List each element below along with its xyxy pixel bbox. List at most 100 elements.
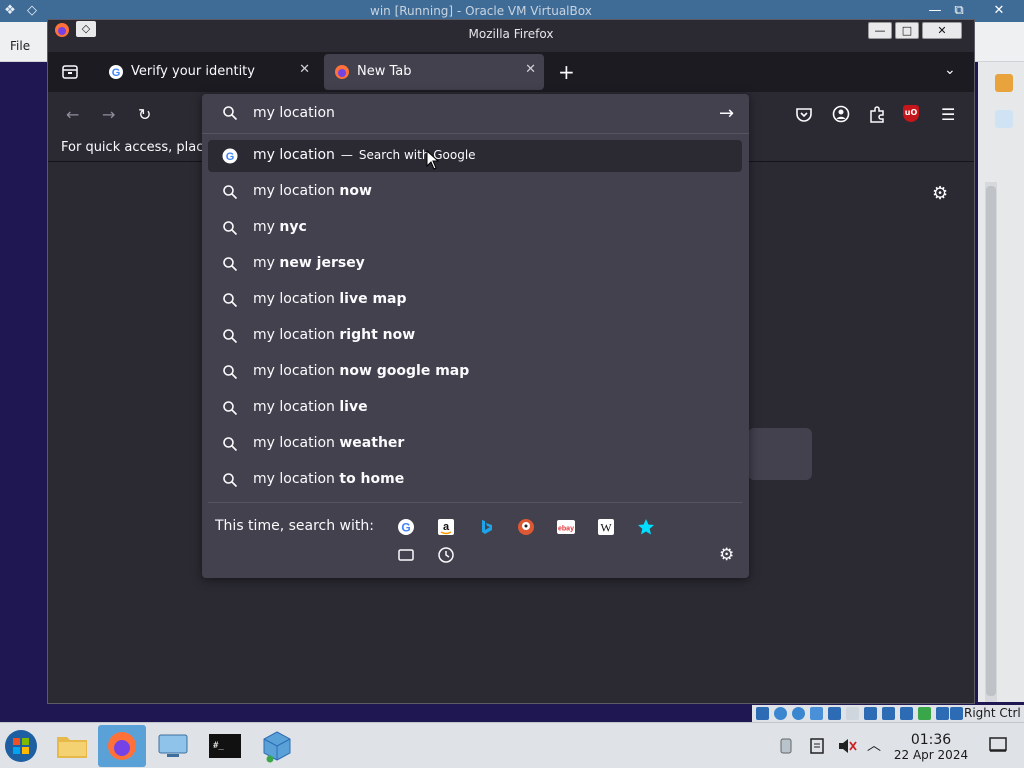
suggestion-prefix: my location <box>253 183 335 199</box>
firefox-icon <box>108 732 136 760</box>
shared-folders-icon[interactable] <box>846 707 859 720</box>
desktop-shortcut-icon[interactable] <box>995 74 1013 92</box>
pin-icon[interactable]: ◇ <box>24 3 40 19</box>
suggestion-prefix: my location <box>253 435 335 451</box>
tab-new-tab[interactable]: New Tab ✕ <box>324 54 544 90</box>
suggestion-item[interactable]: my location live map <box>208 284 742 316</box>
google-icon[interactable]: G <box>396 517 416 537</box>
back-arrow-icon[interactable]: ← <box>66 105 79 124</box>
suggestion-item[interactable]: my nyc <box>208 212 742 244</box>
new-tab-plus-icon[interactable]: + <box>558 60 575 84</box>
cpu-icon[interactable] <box>900 707 913 720</box>
forward-arrow-icon[interactable]: → <box>102 105 115 124</box>
window-title: Mozilla Firefox <box>468 27 554 41</box>
extensions-puzzle-icon[interactable] <box>868 105 886 123</box>
suggestion-text: my location live <box>253 399 368 415</box>
host-minimize-button[interactable]: — <box>922 1 948 20</box>
usb-icon[interactable] <box>828 707 841 720</box>
tab-verify-identity[interactable]: G Verify your identity ✕ <box>98 54 318 90</box>
taskbar-clock[interactable]: 01:36 22 Apr 2024 <box>890 732 972 763</box>
taskbar-terminal[interactable]: #_ <box>203 725 247 767</box>
folder-icon <box>57 737 87 758</box>
suggestion-text: my location now <box>253 183 372 199</box>
google-icon: G <box>222 148 238 164</box>
tray-clipboard-icon[interactable] <box>808 737 826 755</box>
suggestion-item[interactable]: my location live <box>208 392 742 424</box>
guest-additions-icon[interactable] <box>918 707 931 720</box>
tab-strip: G Verify your identity ✕ New Tab ✕ + ⌄ <box>48 52 974 92</box>
recording-icon[interactable] <box>882 707 895 720</box>
tray-usb-icon[interactable] <box>778 737 794 755</box>
suggestion-prefix: my location <box>253 147 335 163</box>
reload-icon[interactable]: ↻ <box>138 105 151 124</box>
taskbar-virtualbox[interactable] <box>255 725 299 767</box>
ebay-icon[interactable]: ebay <box>556 517 576 537</box>
newtab-search-box-partial[interactable] <box>748 428 812 480</box>
taskbar-firefox[interactable] <box>98 725 146 767</box>
scrollbar-thumb[interactable] <box>986 186 996 696</box>
bing-icon[interactable] <box>476 517 496 537</box>
ublock-origin-icon[interactable]: uO <box>903 105 919 122</box>
taskbar-file-manager[interactable] <box>50 725 94 767</box>
suggestion-completion: now google map <box>339 363 470 379</box>
suggestion-text: my location to home <box>253 471 404 487</box>
suggestion-item[interactable]: my location weather <box>208 428 742 460</box>
wikipedia-icon[interactable]: W <box>596 517 616 537</box>
suggestion-text: my location live map <box>253 291 407 307</box>
suggestion-item[interactable]: my location right now <box>208 320 742 352</box>
hdd-icon[interactable] <box>756 707 769 720</box>
mouse-integration-icon[interactable] <box>936 707 949 720</box>
host-menu-file[interactable]: File <box>10 39 30 53</box>
start-button-icon[interactable] <box>4 729 38 763</box>
network-icon[interactable] <box>810 707 823 720</box>
terminal-icon: #_ <box>209 734 241 758</box>
suggestion-item[interactable]: my location now <box>208 176 742 208</box>
close-tab-icon[interactable]: ✕ <box>525 62 536 77</box>
svg-text:#_: #_ <box>213 741 224 751</box>
tabs-icon[interactable] <box>396 545 416 565</box>
firefox-icon <box>335 65 349 79</box>
urlbar-input[interactable]: my location <box>253 105 335 121</box>
duckduckgo-icon[interactable] <box>516 517 536 537</box>
keyboard-icon[interactable] <box>950 707 963 720</box>
audio-icon[interactable] <box>792 707 805 720</box>
show-desktop-icon[interactable] <box>989 737 1007 753</box>
suggestion-item[interactable]: my new jersey <box>208 248 742 280</box>
firefox-view-icon[interactable] <box>62 64 78 80</box>
tray-volume-muted-icon[interactable] <box>837 737 857 755</box>
host-close-button[interactable]: ✕ <box>986 1 1012 20</box>
list-all-tabs-chevron-icon[interactable]: ⌄ <box>944 62 956 78</box>
desktop-shortcut-icon[interactable] <box>995 110 1013 128</box>
clock-date: 22 Apr 2024 <box>893 748 969 762</box>
suggestion-completion: live map <box>339 291 407 307</box>
virtualbox-cube-icon <box>263 731 291 763</box>
bookmarks-star-icon[interactable] <box>636 517 656 537</box>
suggestion-item[interactable]: my location now google map <box>208 356 742 388</box>
urlbar-input-row[interactable]: my location → <box>202 94 749 134</box>
close-button[interactable]: ✕ <box>922 22 962 39</box>
close-tab-icon[interactable]: ✕ <box>299 62 310 77</box>
account-icon[interactable] <box>832 105 850 123</box>
suggestion-item[interactable]: Gmy location — Search with Google <box>208 140 742 172</box>
amazon-icon[interactable]: a <box>436 517 456 537</box>
history-icon[interactable] <box>436 545 456 565</box>
suggestion-engine-hint: Search with Google <box>358 148 476 162</box>
svg-text:a: a <box>443 521 450 533</box>
taskbar: #_ ︿ 01:36 22 Apr 2024 <box>0 722 1024 768</box>
search-settings-gear-icon[interactable]: ⚙ <box>719 545 734 565</box>
optical-drive-icon[interactable] <box>774 707 787 720</box>
clock-time: 01:36 <box>910 732 952 748</box>
pocket-icon[interactable] <box>795 105 813 123</box>
host-maximize-button[interactable]: ⧉ <box>946 1 972 20</box>
tab-label: Verify your identity <box>131 64 255 79</box>
display-icon[interactable] <box>864 707 877 720</box>
go-arrow-icon[interactable]: → <box>719 103 734 124</box>
taskbar-control-panel[interactable] <box>151 725 195 767</box>
newtab-settings-gear-icon[interactable]: ⚙ <box>932 183 948 204</box>
suggestion-item[interactable]: my location to home <box>208 464 742 496</box>
tray-expand-chevron-icon[interactable]: ︿ <box>867 735 881 755</box>
minimize-button[interactable]: — <box>868 22 892 39</box>
maximize-button[interactable]: □ <box>895 22 919 39</box>
suggestion-text: my nyc <box>253 219 307 235</box>
hamburger-menu-icon[interactable]: ☰ <box>941 105 955 124</box>
